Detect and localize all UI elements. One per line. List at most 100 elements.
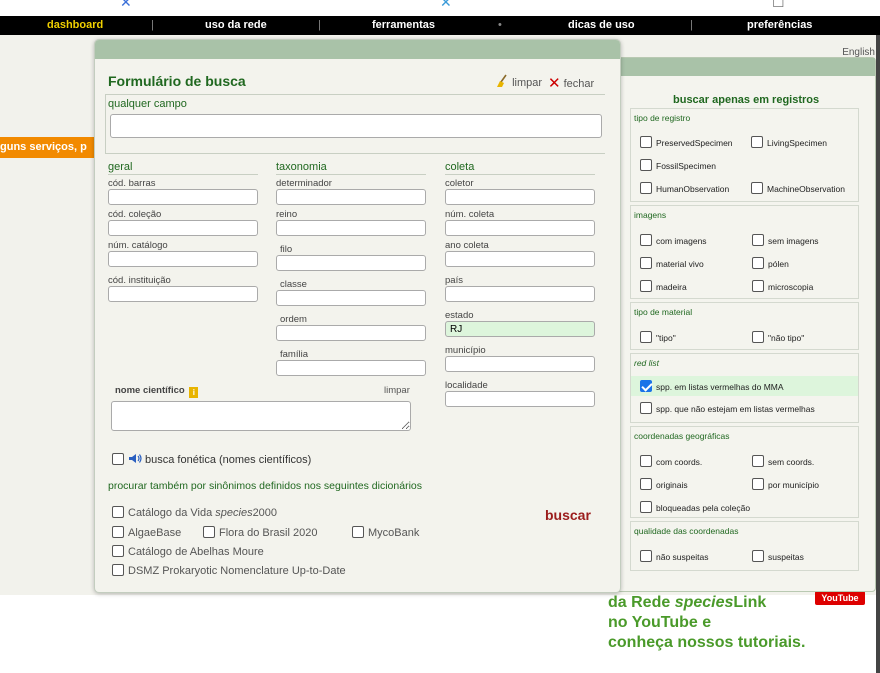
checkbox[interactable] bbox=[112, 564, 124, 576]
promo-line3: conheça nossos tutoriais. bbox=[608, 634, 806, 651]
checkbox[interactable] bbox=[112, 453, 124, 465]
ano-coleta-input[interactable] bbox=[445, 251, 595, 267]
checkbox[interactable] bbox=[640, 478, 652, 490]
estado-input[interactable] bbox=[445, 321, 595, 337]
checkbox[interactable] bbox=[752, 234, 764, 246]
checkbox[interactable] bbox=[112, 545, 124, 557]
opt-preserved-specimen[interactable]: PreservedSpecimen bbox=[640, 136, 733, 148]
opt-com-coords[interactable]: com coords. bbox=[640, 455, 702, 467]
any-field-input[interactable] bbox=[110, 114, 602, 138]
opt-madeira[interactable]: madeira bbox=[640, 280, 687, 292]
checkbox[interactable] bbox=[751, 182, 763, 194]
checkbox[interactable] bbox=[640, 234, 652, 246]
dict-algaebase[interactable]: AlgaeBase bbox=[112, 526, 181, 539]
checkbox[interactable] bbox=[640, 550, 652, 562]
checkbox[interactable] bbox=[112, 506, 124, 518]
opt-originais[interactable]: originais bbox=[640, 478, 688, 490]
municipio-input[interactable] bbox=[445, 356, 595, 372]
checkbox[interactable] bbox=[352, 526, 364, 538]
checkbox[interactable] bbox=[203, 526, 215, 538]
label-reino: reino bbox=[276, 209, 298, 220]
opt-listas-vermelhas-mma[interactable]: spp. em listas vermelhas do MMA bbox=[640, 380, 784, 392]
clear-form-button[interactable]: limpar bbox=[495, 74, 542, 89]
localidade-input[interactable] bbox=[445, 391, 595, 407]
pais-input[interactable] bbox=[445, 286, 595, 302]
nav-dashboard[interactable]: dashboard bbox=[47, 19, 103, 31]
familia-input[interactable] bbox=[276, 360, 426, 376]
checkbox[interactable] bbox=[752, 455, 764, 467]
form-title: Formulário de busca bbox=[108, 73, 246, 89]
dict-abelhas-moure[interactable]: Catálogo de Abelhas Moure bbox=[112, 545, 264, 558]
filo-input[interactable] bbox=[276, 255, 426, 271]
form-header-bar[interactable] bbox=[95, 40, 620, 59]
nav-ferramentas[interactable]: ferramentas bbox=[372, 19, 435, 31]
nav-dicas-de-uso[interactable]: dicas de uso bbox=[568, 19, 635, 31]
opt-microscopia[interactable]: microscopia bbox=[752, 280, 813, 292]
checkbox[interactable] bbox=[640, 402, 652, 414]
checkbox[interactable] bbox=[640, 159, 652, 171]
opt-nao-suspeitas[interactable]: não suspeitas bbox=[640, 550, 708, 562]
checkbox[interactable] bbox=[640, 257, 652, 269]
opt-sem-imagens[interactable]: sem imagens bbox=[752, 234, 819, 246]
checkbox[interactable] bbox=[640, 501, 652, 513]
checkbox[interactable] bbox=[752, 257, 764, 269]
group-coordenadas: coordenadas geográficas com coords. sem … bbox=[630, 426, 859, 518]
label-cod-colecao: cód. coleção bbox=[108, 209, 162, 220]
scrollbar[interactable] bbox=[876, 35, 880, 673]
checkbox[interactable] bbox=[752, 478, 764, 490]
info-icon[interactable]: i bbox=[189, 387, 199, 398]
dict-mycobank[interactable]: MycoBank bbox=[352, 526, 419, 539]
opt-human-observation[interactable]: HumanObservation bbox=[640, 182, 729, 194]
opt-suspeitas[interactable]: suspeitas bbox=[752, 550, 804, 562]
nav-preferencias[interactable]: preferências bbox=[747, 19, 812, 31]
classe-input[interactable] bbox=[276, 290, 426, 306]
phonetic-search-option[interactable]: busca fonética (nomes científicos) bbox=[112, 453, 311, 466]
cod-instituicao-input[interactable] bbox=[108, 286, 258, 302]
checkbox[interactable] bbox=[112, 526, 124, 538]
opt-machine-observation[interactable]: MachineObservation bbox=[751, 182, 845, 194]
checkbox-checked[interactable] bbox=[640, 380, 652, 392]
cod-colecao-input[interactable] bbox=[108, 220, 258, 236]
opt-bloqueadas[interactable]: bloqueadas pela coleção bbox=[640, 501, 750, 513]
opt-polen[interactable]: pólen bbox=[752, 257, 789, 269]
dict-dsmz[interactable]: DSMZ Prokaryotic Nomenclature Up-to-Date bbox=[112, 564, 346, 577]
nav-uso-da-rede[interactable]: uso da rede bbox=[205, 19, 267, 31]
checkbox[interactable] bbox=[640, 455, 652, 467]
num-catalogo-input[interactable] bbox=[108, 251, 258, 267]
opt-nao-listas-vermelhas[interactable]: spp. que não estejam em listas vermelhas bbox=[640, 402, 815, 414]
opt-tipo[interactable]: "tipo" bbox=[640, 331, 676, 343]
checkbox[interactable] bbox=[751, 136, 763, 148]
opt-fossil-specimen[interactable]: FossilSpecimen bbox=[640, 159, 716, 171]
opt-material-vivo[interactable]: material vivo bbox=[640, 257, 704, 269]
scientific-name-clear[interactable]: limpar bbox=[384, 385, 410, 396]
heading-coleta: coleta bbox=[445, 161, 595, 175]
num-coleta-input[interactable] bbox=[445, 220, 595, 236]
youtube-logo[interactable]: YouTube bbox=[815, 591, 865, 605]
dict-flora-brasil[interactable]: Flora do Brasil 2020 bbox=[203, 526, 317, 539]
checkbox[interactable] bbox=[640, 182, 652, 194]
label-cod-barras: cód. barras bbox=[108, 178, 156, 189]
orange-banner[interactable]: guns serviços, p bbox=[0, 137, 95, 158]
opt-nao-tipo[interactable]: "não tipo" bbox=[752, 331, 804, 343]
any-field-label: qualquer campo bbox=[108, 98, 187, 110]
checkbox[interactable] bbox=[752, 331, 764, 343]
determinador-input[interactable] bbox=[276, 189, 426, 205]
opt-com-imagens[interactable]: com imagens bbox=[640, 234, 707, 246]
cod-barras-input[interactable] bbox=[108, 189, 258, 205]
checkbox[interactable] bbox=[640, 331, 652, 343]
checkbox[interactable] bbox=[752, 280, 764, 292]
reino-input[interactable] bbox=[276, 220, 426, 236]
opt-por-municipio[interactable]: por município bbox=[752, 478, 819, 490]
coletor-input[interactable] bbox=[445, 189, 595, 205]
search-button[interactable]: buscar bbox=[545, 507, 591, 523]
scientific-name-textarea[interactable] bbox=[111, 401, 411, 431]
promo-text[interactable]: da Rede speciesLink no YouTube e conheça… bbox=[608, 593, 805, 653]
ordem-input[interactable] bbox=[276, 325, 426, 341]
checkbox[interactable] bbox=[640, 280, 652, 292]
dict-catalogo-vida[interactable]: Catálogo da Vida species2000 bbox=[112, 506, 277, 519]
opt-sem-coords[interactable]: sem coords. bbox=[752, 455, 814, 467]
checkbox[interactable] bbox=[752, 550, 764, 562]
opt-living-specimen[interactable]: LivingSpecimen bbox=[751, 136, 827, 148]
close-form-button[interactable]: ✕ fechar bbox=[548, 74, 594, 92]
checkbox[interactable] bbox=[640, 136, 652, 148]
